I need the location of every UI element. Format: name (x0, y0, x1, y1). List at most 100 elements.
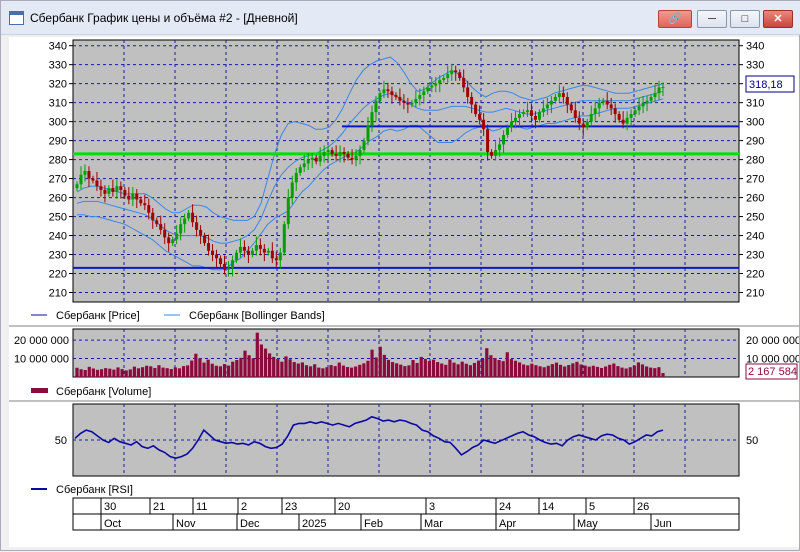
volume-bar[interactable] (657, 367, 661, 377)
volume-bar[interactable] (403, 366, 407, 377)
volume-bar[interactable] (104, 368, 108, 377)
volume-bar[interactable] (222, 364, 227, 377)
volume-bar[interactable] (214, 365, 218, 377)
volume-bar[interactable] (386, 359, 391, 377)
volume-bar[interactable] (259, 344, 264, 377)
volume-bar[interactable] (124, 370, 128, 377)
volume-bar[interactable] (231, 361, 235, 377)
volume-bar[interactable] (194, 353, 198, 377)
volume-bar[interactable] (612, 363, 616, 377)
volume-bar[interactable] (550, 364, 554, 377)
volume-bar[interactable] (399, 364, 403, 377)
volume-bar[interactable] (210, 363, 214, 377)
volume-bar[interactable] (296, 363, 300, 377)
volume-bar[interactable] (587, 366, 591, 377)
volume-bar[interactable] (423, 358, 427, 377)
volume-bar[interactable] (362, 363, 366, 377)
maximize-button[interactable]: □ (730, 10, 760, 28)
volume-bar[interactable] (628, 367, 632, 377)
volume-bar[interactable] (649, 367, 653, 377)
volume-bar[interactable] (251, 358, 255, 377)
volume-bar[interactable] (358, 364, 362, 377)
volume-bar[interactable] (145, 365, 149, 377)
volume-bar[interactable] (456, 364, 460, 377)
volume-bar[interactable] (608, 364, 612, 377)
volume-bar[interactable] (390, 362, 395, 377)
volume-bar[interactable] (624, 368, 628, 377)
volume-bar[interactable] (407, 365, 411, 377)
volume-bar[interactable] (636, 362, 641, 377)
volume-bar[interactable] (632, 365, 636, 377)
volume-bar[interactable] (501, 361, 505, 377)
title-bar[interactable]: Сбербанк График цены и объёма #2 - [Днев… (1, 1, 800, 35)
volume-bar[interactable] (313, 364, 317, 377)
volume-bar[interactable] (579, 364, 583, 377)
volume-bar[interactable] (558, 364, 563, 377)
volume-bar[interactable] (563, 366, 567, 377)
volume-bar[interactable] (218, 366, 223, 377)
volume-bar[interactable] (349, 367, 354, 377)
volume-bar[interactable] (276, 359, 280, 377)
volume-bar[interactable] (513, 360, 518, 377)
volume-bar[interactable] (333, 366, 337, 377)
volume-bar[interactable] (530, 363, 534, 377)
volume-bar[interactable] (165, 368, 169, 377)
volume-bar[interactable] (108, 368, 112, 377)
volume-bar[interactable] (604, 366, 608, 377)
volume-bar[interactable] (177, 368, 182, 377)
volume-bar[interactable] (476, 360, 481, 377)
volume-bar[interactable] (337, 362, 341, 377)
volume-bar[interactable] (489, 355, 493, 377)
volume-bar[interactable] (538, 366, 542, 377)
volume-bar[interactable] (157, 365, 161, 377)
volume-bar[interactable] (485, 348, 489, 377)
link-button[interactable]: 🔗 (658, 10, 692, 28)
volume-bar[interactable] (575, 361, 579, 377)
volume-bar[interactable] (448, 359, 452, 377)
volume-bar[interactable] (546, 365, 550, 377)
volume-bar[interactable] (300, 362, 304, 377)
volume-bar[interactable] (395, 363, 399, 377)
volume-bar[interactable] (415, 362, 419, 377)
volume-bar[interactable] (481, 358, 485, 377)
volume-bar[interactable] (83, 369, 87, 377)
volume-bar[interactable] (534, 365, 538, 377)
rsi-panel[interactable]: 50 50 (55, 403, 759, 477)
volume-panel[interactable]: 20 000 00010 000 000 20 000 00010 000 00… (14, 328, 800, 380)
volume-bar[interactable] (472, 362, 477, 377)
volume-bar[interactable] (206, 359, 210, 377)
volume-bar[interactable] (382, 354, 386, 377)
volume-bar[interactable] (325, 367, 329, 377)
volume-bar[interactable] (497, 360, 501, 377)
price-panel[interactable]: 340 330 320 310 300 290 280 270 260 250 240 230 220 2… (49, 39, 795, 303)
volume-bar[interactable] (161, 367, 165, 377)
volume-bar[interactable] (431, 359, 436, 377)
volume-bar[interactable] (268, 353, 272, 377)
volume-bar[interactable] (272, 356, 276, 377)
volume-bar[interactable] (370, 349, 374, 377)
volume-bar[interactable] (374, 357, 378, 377)
volume-bar[interactable] (112, 369, 116, 377)
volume-bar[interactable] (616, 366, 620, 377)
volume-bar[interactable] (411, 360, 415, 377)
volume-bar[interactable] (186, 365, 190, 377)
volume-bar[interactable] (132, 366, 136, 377)
volume-bar[interactable] (436, 362, 440, 377)
volume-bar[interactable] (427, 360, 432, 377)
volume-bar[interactable] (505, 352, 509, 377)
volume-bar[interactable] (292, 362, 296, 377)
volume-bar[interactable] (75, 367, 79, 377)
volume-bar[interactable] (571, 363, 575, 377)
volume-bar[interactable] (79, 369, 83, 377)
volume-bar[interactable] (116, 367, 120, 377)
volume-bar[interactable] (460, 361, 464, 377)
volume-bar[interactable] (468, 365, 472, 377)
volume-bar[interactable] (493, 357, 497, 377)
volume-bar[interactable] (640, 364, 645, 377)
volume-bar[interactable] (620, 367, 624, 377)
volume-bar[interactable] (354, 366, 358, 377)
volume-bar[interactable] (321, 368, 325, 377)
candle[interactable] (282, 221, 286, 256)
volume-bar[interactable] (284, 356, 288, 377)
volume-bar[interactable] (554, 362, 559, 377)
